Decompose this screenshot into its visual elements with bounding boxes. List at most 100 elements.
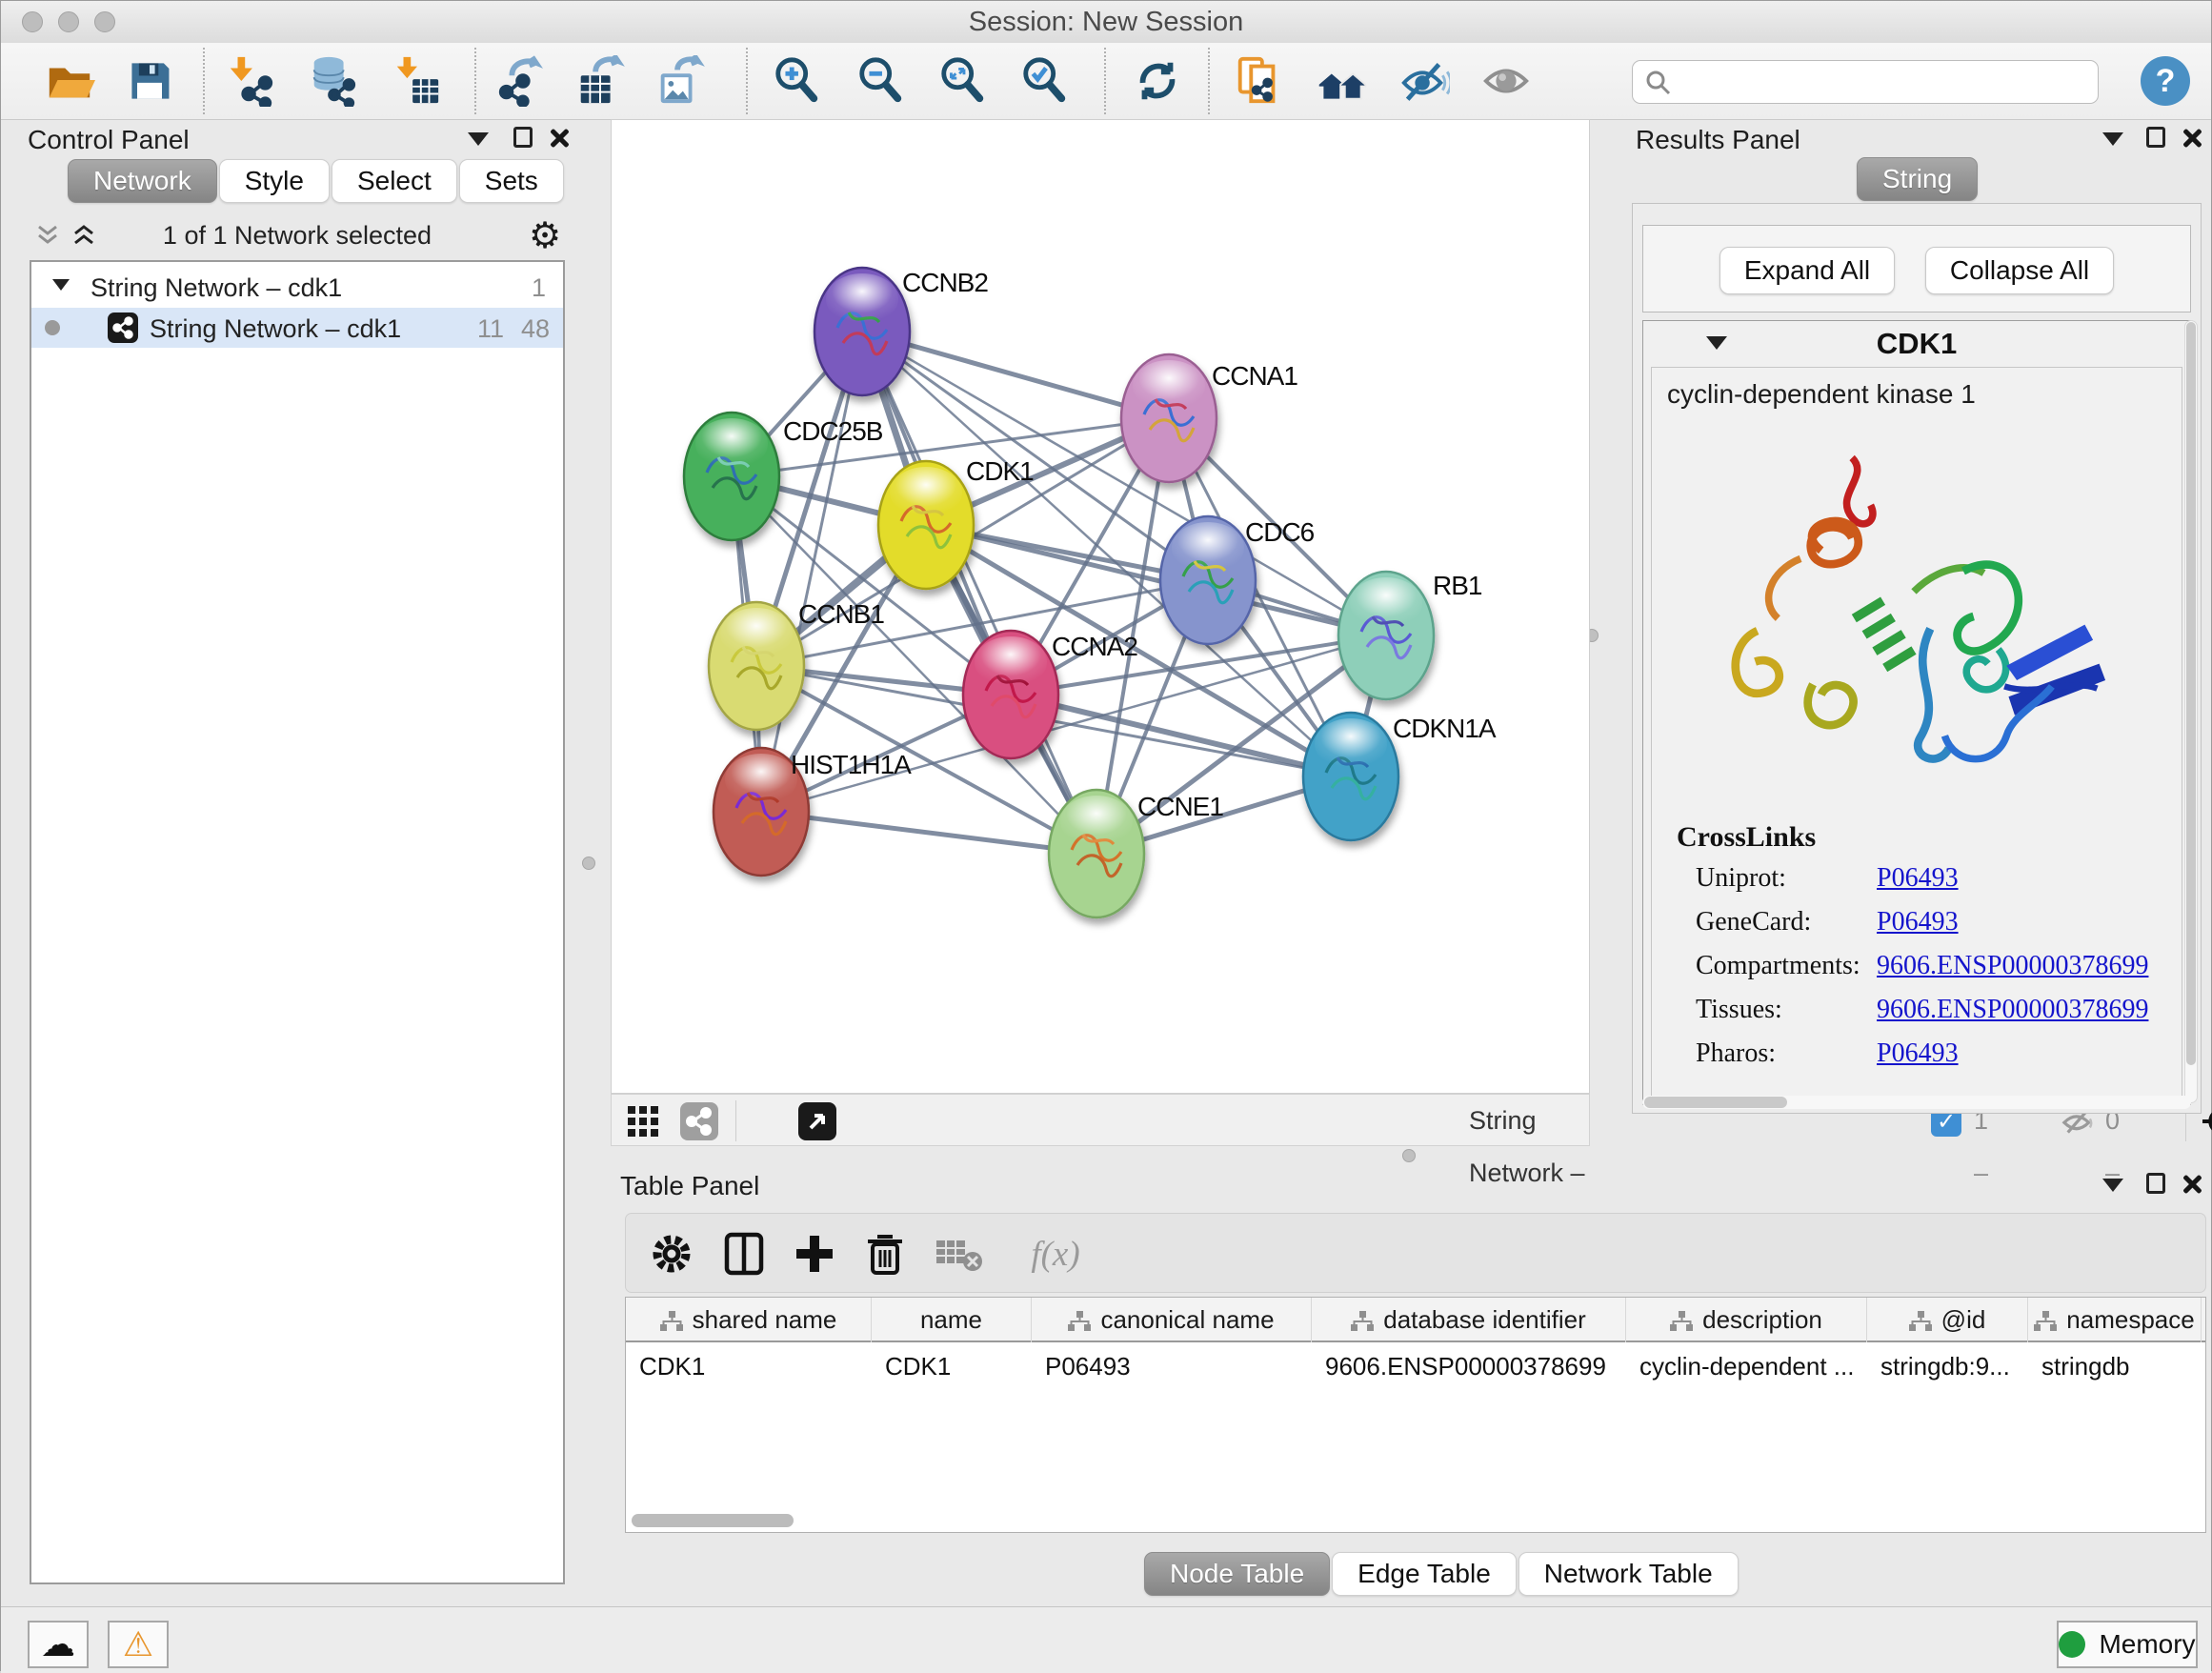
table-cell[interactable]: CDK1: [872, 1344, 1032, 1388]
expand-all-button[interactable]: Expand All: [1719, 247, 1895, 294]
import-table-button[interactable]: [390, 54, 443, 108]
add-column-button[interactable]: [788, 1227, 841, 1280]
node-CCNA1[interactable]: [1121, 354, 1217, 482]
panel-close-icon[interactable]: [2181, 127, 2203, 150]
node-CCNE1[interactable]: [1049, 790, 1144, 917]
duplicate-network-button[interactable]: [1232, 54, 1285, 108]
open-in-window-button[interactable]: [798, 1102, 836, 1140]
collection-expand-icon[interactable]: [52, 279, 70, 291]
node-CCNA2[interactable]: [963, 631, 1058, 758]
export-table-button[interactable]: [573, 54, 626, 108]
network-collection-row[interactable]: String Network – cdk1 1: [31, 268, 563, 308]
node-label-RB1: RB1: [1433, 571, 1482, 600]
crosslink-link[interactable]: P06493: [1877, 907, 1959, 937]
node-label-CDC25B: CDC25B: [783, 416, 883, 446]
edge-CCNB2-HIST1H1A[interactable]: [761, 332, 862, 812]
network-view-button[interactable]: [680, 1102, 718, 1140]
cloud-status-button[interactable]: ☁: [28, 1621, 89, 1668]
help-button[interactable]: ?: [2141, 56, 2190, 106]
results-vertical-scrollbar[interactable]: [2184, 320, 2198, 1103]
vertical-splitter-grip[interactable]: [582, 857, 595, 870]
table-cell[interactable]: CDK1: [626, 1344, 872, 1388]
node-CCNB2[interactable]: [814, 268, 910, 395]
hide-selected-button[interactable]: [1398, 54, 1451, 108]
tab-network[interactable]: Network: [68, 159, 217, 203]
delete-column-button[interactable]: [858, 1227, 912, 1280]
show-columns-button[interactable]: [717, 1227, 771, 1280]
warnings-button[interactable]: ⚠: [108, 1621, 169, 1668]
horizontal-splitter-grip[interactable]: [1402, 1149, 1416, 1162]
zoom-selected-button[interactable]: [1018, 54, 1072, 108]
gear-icon[interactable]: ⚙: [529, 214, 561, 256]
crosslink-link[interactable]: 9606.ENSP00000378699: [1877, 951, 2148, 981]
panel-close-icon[interactable]: [2181, 1173, 2203, 1196]
zoom-in-button[interactable]: [771, 54, 824, 108]
panel-float-icon[interactable]: [513, 127, 533, 148]
table-row[interactable]: CDK1CDK1P064939606.ENSP00000378699cyclin…: [626, 1344, 2205, 1388]
node-CDKN1A[interactable]: [1303, 713, 1398, 840]
node-CDC6[interactable]: [1160, 516, 1256, 644]
column-header-name[interactable]: name: [872, 1298, 1032, 1342]
columns-icon: [722, 1231, 766, 1277]
network-canvas[interactable]: CCNB2CCNA1CDC25BCDK1CDC6RB1CCNB1CCNA2CDK…: [611, 119, 1590, 1094]
panel-menu-icon[interactable]: [2102, 1179, 2123, 1192]
tab-style[interactable]: Style: [219, 159, 330, 203]
column-header-canonical-name[interactable]: canonical name: [1032, 1298, 1312, 1342]
panel-float-icon[interactable]: [2146, 1173, 2165, 1194]
zoom-fit-button[interactable]: [936, 54, 990, 108]
node-CDC25B[interactable]: [684, 413, 779, 540]
tab-edge-table[interactable]: Edge Table: [1332, 1552, 1517, 1596]
search-icon: [1644, 69, 1673, 97]
collapse-all-button[interactable]: Collapse All: [1925, 247, 2114, 294]
table-horizontal-scrollbar[interactable]: [630, 1513, 2200, 1528]
birdseye-button[interactable]: [2201, 1100, 2212, 1147]
memory-button[interactable]: Memory: [2057, 1621, 2198, 1668]
panel-menu-icon[interactable]: [2102, 132, 2123, 146]
column-header-namespace[interactable]: namespace: [2028, 1298, 2202, 1342]
node-label-CCNA2: CCNA2: [1052, 632, 1137, 661]
table-cell[interactable]: cyclin-dependent ...: [1626, 1344, 1867, 1388]
gear-icon: [649, 1231, 694, 1277]
table-cell[interactable]: stringdb: [2028, 1344, 2202, 1388]
save-session-button[interactable]: [123, 54, 176, 108]
crosslink-link[interactable]: P06493: [1877, 1038, 1959, 1069]
column-header-shared-name[interactable]: shared name: [626, 1298, 872, 1342]
import-network-file-button[interactable]: [224, 54, 277, 108]
tab-sets[interactable]: Sets: [459, 159, 564, 203]
table-settings-button[interactable]: [645, 1227, 698, 1280]
table-cell[interactable]: P06493: [1032, 1344, 1312, 1388]
zoom-out-button[interactable]: [855, 54, 908, 108]
open-session-button[interactable]: [43, 54, 96, 108]
export-network-button[interactable]: [494, 54, 548, 108]
network-row[interactable]: String Network – cdk1 11 48: [31, 308, 563, 348]
tab-network-table[interactable]: Network Table: [1518, 1552, 1739, 1596]
node-CCNB1[interactable]: [709, 602, 804, 730]
node-RB1[interactable]: [1338, 572, 1434, 699]
table-cell[interactable]: 9606.ENSP00000378699: [1312, 1344, 1626, 1388]
column-header-description[interactable]: description: [1626, 1298, 1867, 1342]
delete-table-button[interactable]: [933, 1227, 986, 1280]
edge-CCNE1-HIST1H1A[interactable]: [761, 812, 1096, 854]
import-network-database-button[interactable]: [306, 54, 359, 108]
panel-menu-icon[interactable]: [468, 132, 489, 146]
warning-icon: ⚠: [123, 1625, 153, 1664]
tab-string[interactable]: String: [1857, 157, 1978, 201]
table-cell[interactable]: stringdb:9...: [1867, 1344, 2028, 1388]
panel-float-icon[interactable]: [2146, 127, 2165, 148]
column-header-database-identifier[interactable]: database identifier: [1312, 1298, 1626, 1342]
tab-select[interactable]: Select: [332, 159, 457, 203]
grid-view-button[interactable]: [627, 1105, 659, 1142]
refresh-view-button[interactable]: [1131, 54, 1184, 108]
column-header--id[interactable]: @id: [1867, 1298, 2028, 1342]
export-image-button[interactable]: [653, 54, 706, 108]
tab-node-table[interactable]: Node Table: [1144, 1552, 1330, 1596]
search-input[interactable]: [1682, 63, 2086, 99]
open-home-button[interactable]: [1316, 54, 1369, 108]
node-CDK1[interactable]: [878, 461, 974, 589]
crosslink-link[interactable]: P06493: [1877, 863, 1959, 894]
results-horizontal-scrollbar[interactable]: [1642, 1096, 2191, 1109]
panel-close-icon[interactable]: [548, 127, 571, 150]
crosslink-link[interactable]: 9606.ENSP00000378699: [1877, 995, 2148, 1025]
show-all-button[interactable]: [1479, 54, 1533, 108]
function-builder-button[interactable]: f(x): [1003, 1227, 1108, 1280]
